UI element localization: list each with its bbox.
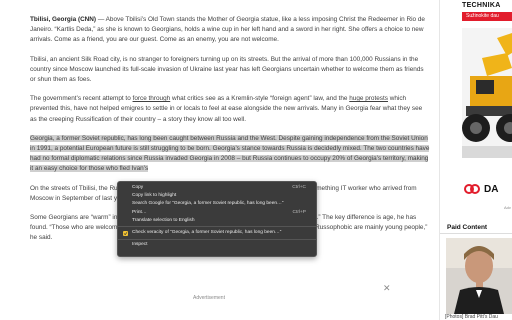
menu-item-copy-label: Copy	[132, 185, 144, 190]
menu-item-search-label: Search Google for “Georgia, a former Sov…	[132, 201, 284, 207]
menu-item-inspect-label: Inspect	[132, 242, 148, 248]
menu-item-copy[interactable]: Copy Ctrl+C	[118, 184, 316, 192]
paid-content-image[interactable]	[446, 238, 512, 314]
p3-text-2: what critics see as a Kremlin-style “for…	[170, 95, 350, 103]
copy-shortcut: Ctrl+C	[292, 185, 306, 190]
link-huge-protests[interactable]: huge protests	[349, 95, 388, 102]
menu-item-copy-link-label: Copy link to highlight	[132, 193, 177, 199]
paid-content-heading: Paid Content	[447, 224, 488, 231]
article-paragraph-4-selected[interactable]: Georgia, a former Soviet republic, has l…	[30, 134, 430, 175]
context-menu[interactable]: Copy Ctrl+C Copy link to highlight Searc…	[117, 181, 317, 257]
advertisement-label: Advertisement	[193, 295, 225, 301]
menu-item-print[interactable]: Print… Ctrl+P	[118, 209, 316, 217]
selected-text[interactable]: Georgia, a former Soviet republic, has l…	[30, 134, 430, 173]
sidebar-advertisement[interactable]: TECHNIKA Sužinokite dau DA Adv	[444, 0, 512, 212]
ad-tiny-label: Adv	[504, 205, 511, 210]
menu-item-translate-label: Translate selection to English	[132, 217, 195, 223]
menu-item-copy-link-to-highlight[interactable]: Copy link to highlight	[118, 192, 316, 200]
column-divider	[439, 0, 440, 320]
link-force-through[interactable]: force through	[133, 95, 171, 102]
article-paragraph-2: Tbilisi, an ancient Silk Road city, is n…	[30, 55, 424, 84]
paid-content-caption[interactable]: [Photos] Brad Pitt's Dau	[445, 314, 498, 320]
menu-item-print-label: Print…	[132, 209, 147, 215]
print-shortcut: Ctrl+P	[292, 209, 306, 215]
close-ad-icon[interactable]: ✕	[383, 284, 391, 293]
article-dateline: Tbilisi, Georgia (CNN)	[30, 16, 97, 23]
menu-separator	[118, 238, 316, 240]
brand-logo-icon	[464, 184, 480, 194]
paid-content-divider	[440, 233, 512, 234]
menu-item-translate[interactable]: Translate selection to English	[118, 217, 316, 225]
ad-logo: DA	[464, 182, 498, 196]
excavator-image	[462, 28, 512, 158]
ad-subtitle[interactable]: Sužinokite dau	[462, 12, 512, 21]
p3-text-1: The government’s recent attempt to	[30, 95, 133, 103]
menu-item-check-veracity[interactable]: Check veracity of “Georgia, a former Sov…	[118, 229, 316, 237]
ad-logo-text: DA	[484, 183, 499, 195]
ad-brand: TECHNIKA	[462, 2, 501, 9]
article-paragraph-1: Tbilisi, Georgia (CNN) — Above Tbilisi’s…	[30, 15, 430, 46]
article-paragraph-3: The government’s recent attempt to force…	[30, 94, 430, 125]
menu-item-search-google[interactable]: Search Google for “Georgia, a former Sov…	[118, 200, 316, 208]
extension-icon	[123, 230, 128, 236]
menu-separator	[118, 226, 316, 228]
menu-item-inspect[interactable]: Inspect	[118, 241, 316, 249]
menu-item-check-label: Check veracity of “Georgia, a former Sov…	[132, 229, 282, 235]
